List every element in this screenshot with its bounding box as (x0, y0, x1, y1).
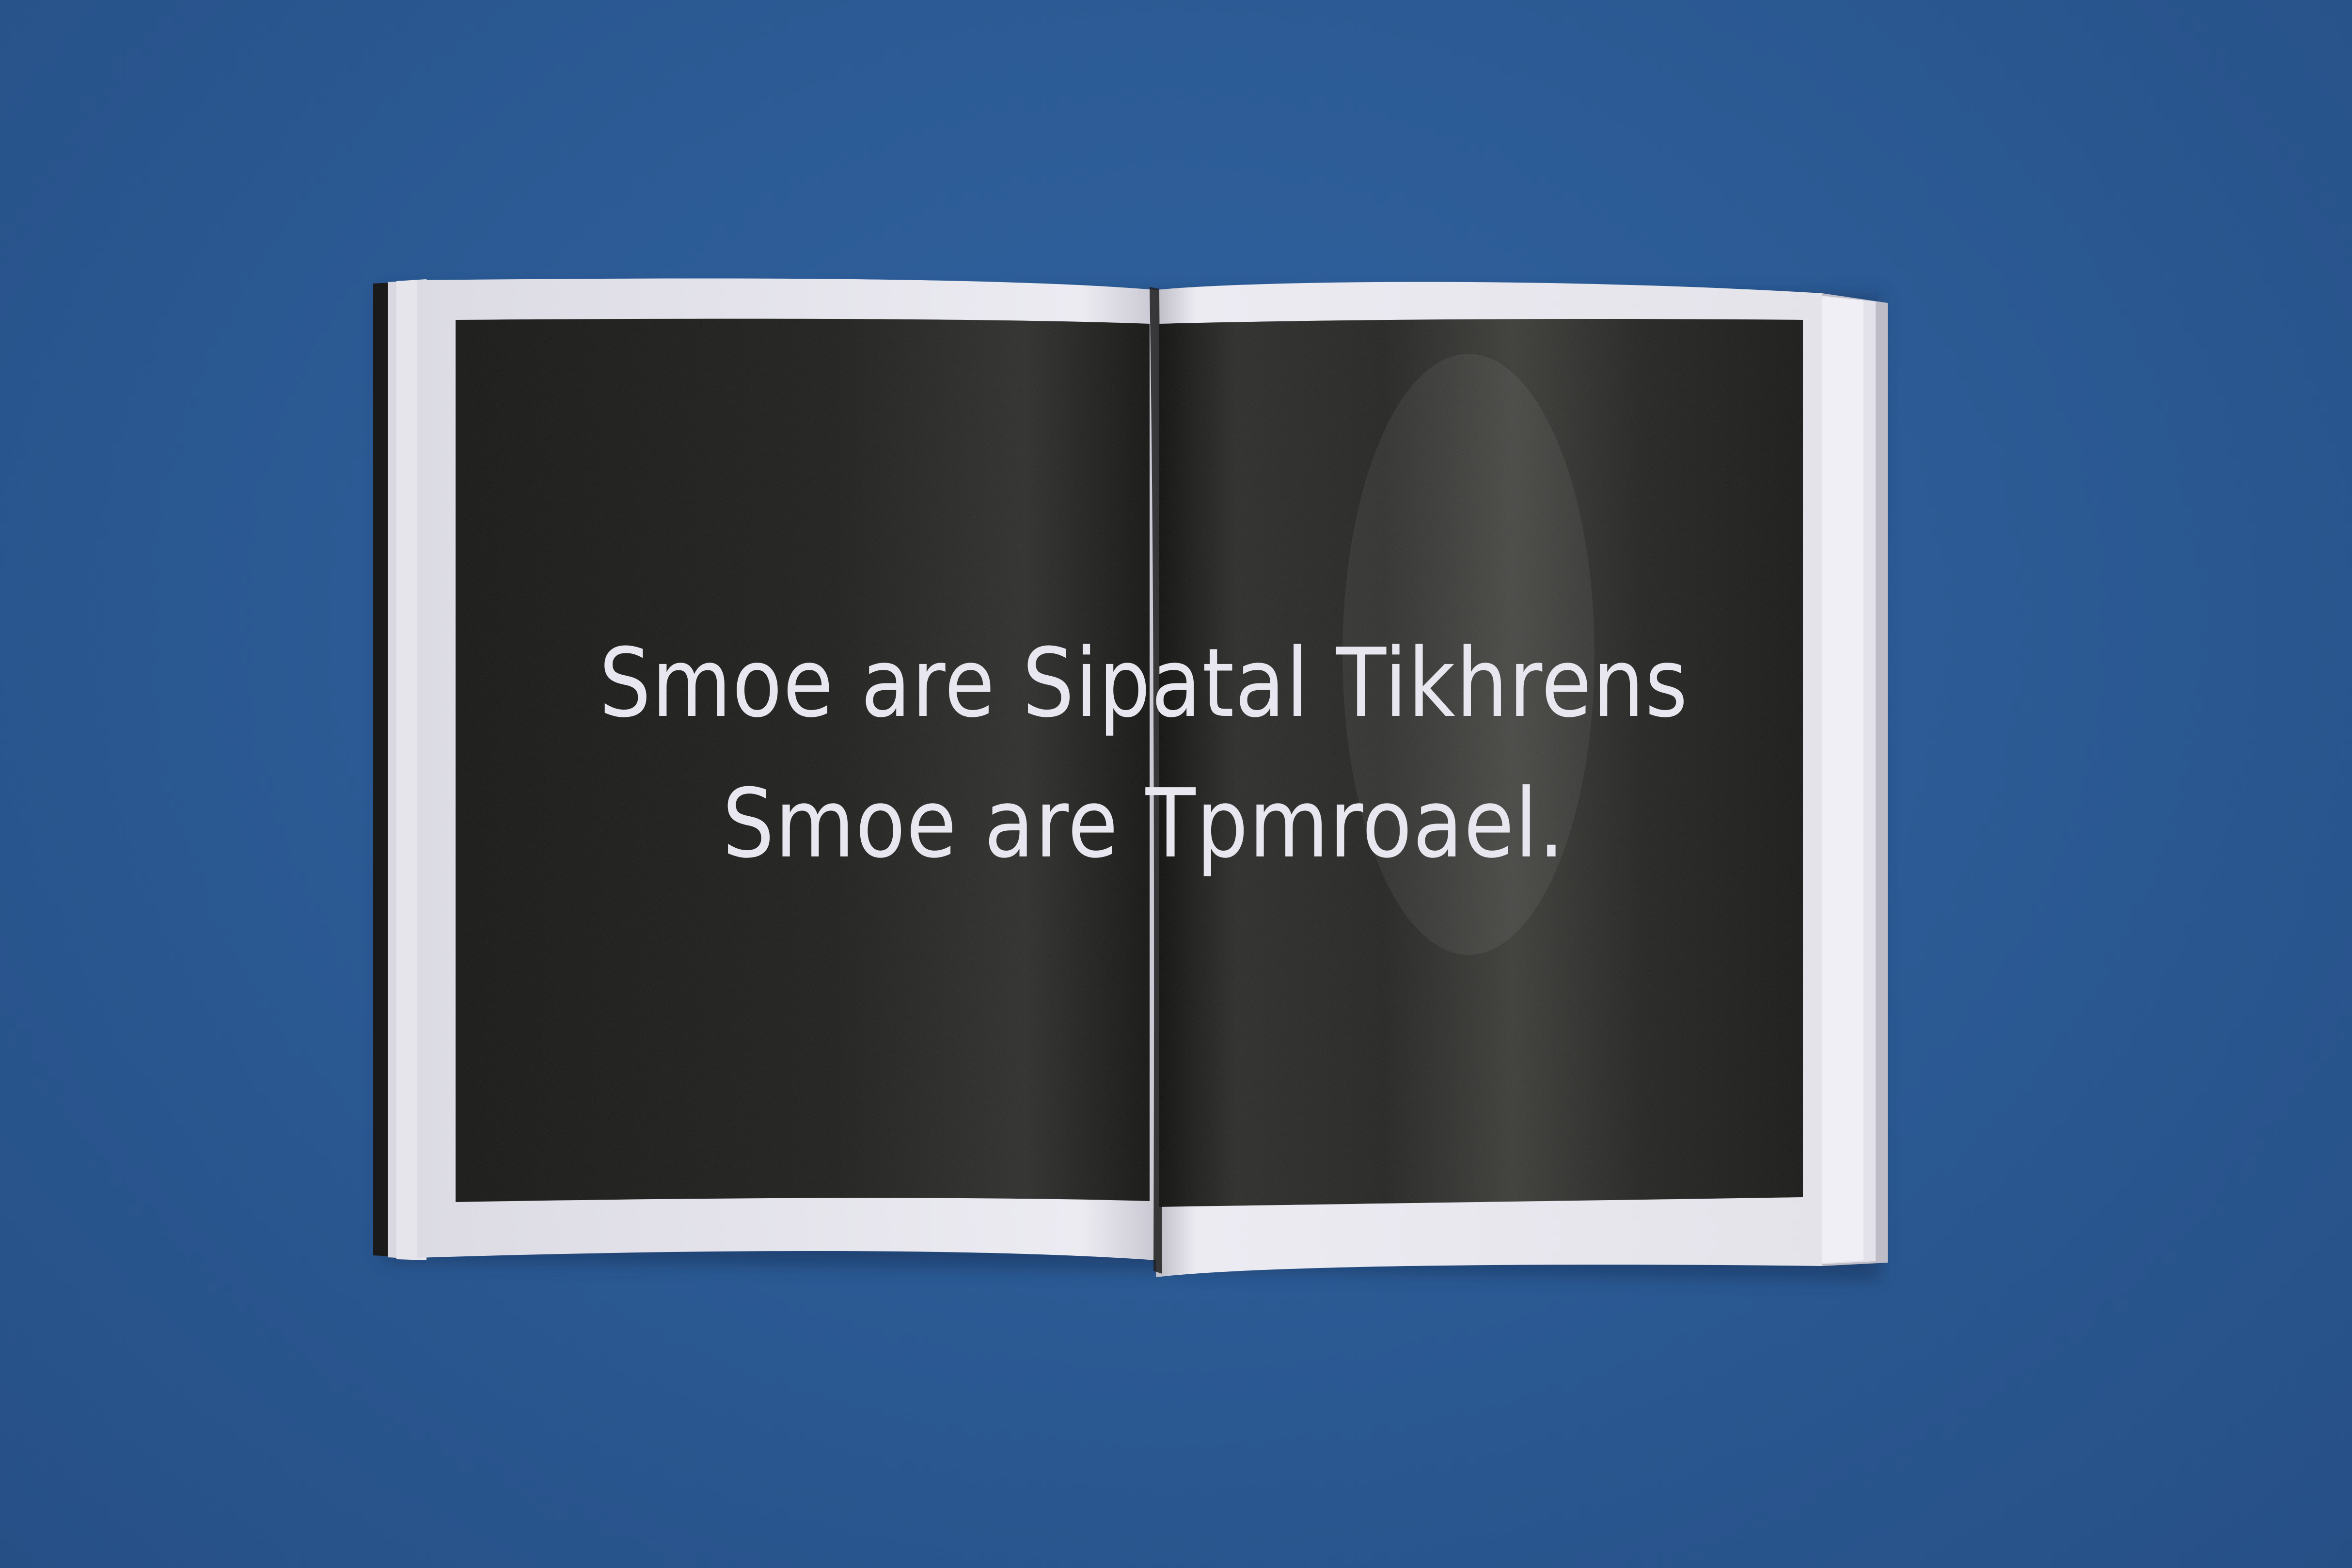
open-magazine: Smoe are Sipatal Tikhrens Smoe are Tpmro… (0, 0, 2352, 1568)
headline-line-2: Smoe are Tpmroael. (722, 769, 1565, 879)
spread-headline: Smoe are Sipatal Tikhrens Smoe are Tpmro… (477, 613, 1811, 894)
headline-line-1: Smoe are Sipatal Tikhrens (599, 628, 1689, 739)
photo-scene: Smoe are Sipatal Tikhrens Smoe are Tpmro… (0, 0, 2352, 1568)
